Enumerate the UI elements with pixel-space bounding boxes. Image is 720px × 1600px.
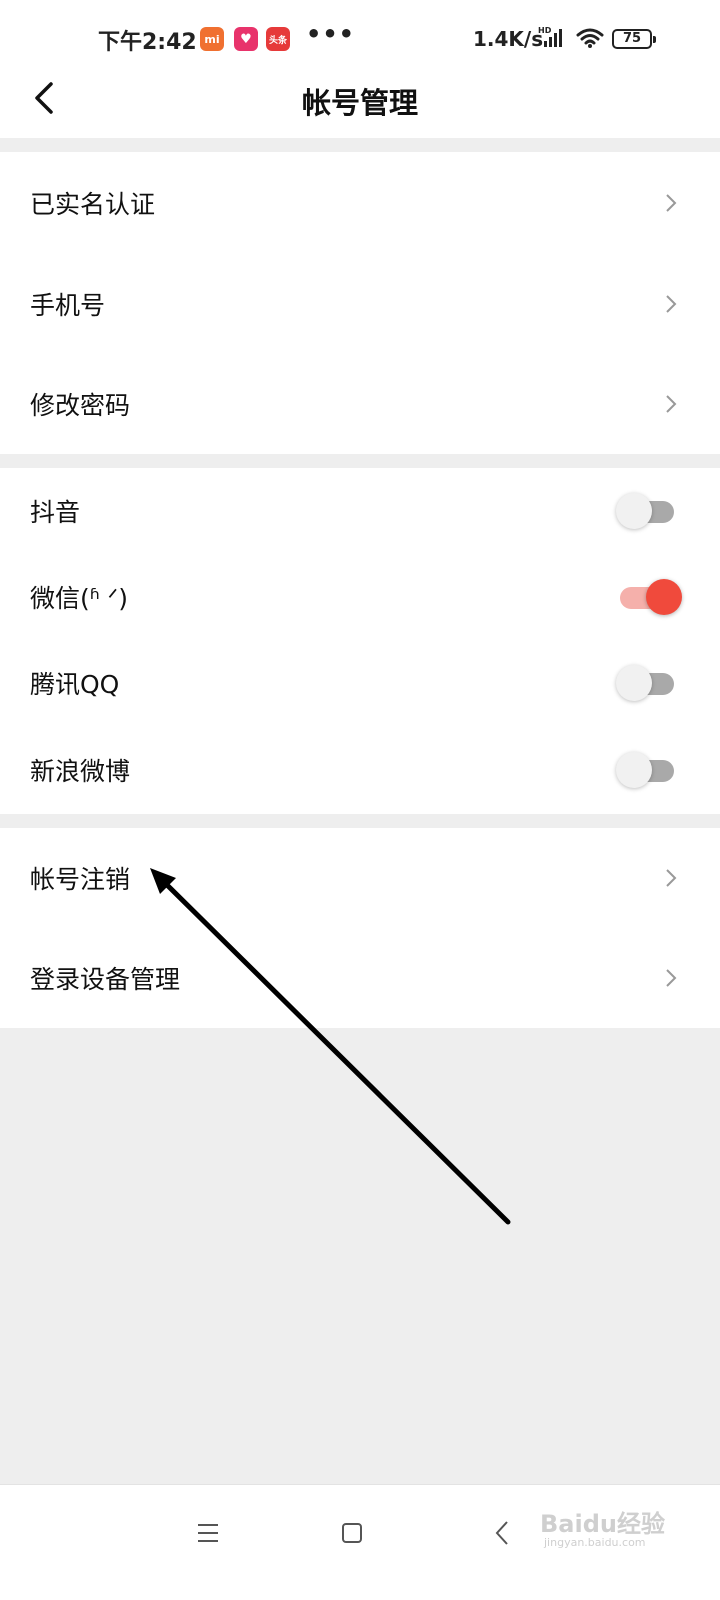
nav-back-button[interactable] — [482, 1513, 522, 1553]
list-item-qq: 腾讯QQ — [0, 640, 720, 726]
list-item-wechat: 微信(ʱ ᐟ) — [0, 554, 720, 640]
home-button[interactable] — [332, 1513, 372, 1553]
status-time: 下午2:42 — [98, 30, 197, 55]
battery-indicator: 75 — [612, 29, 656, 49]
chevron-right-icon — [666, 295, 677, 313]
toutiao-app-icon: 头条 — [266, 27, 290, 51]
network-speed: 1.4K/s — [473, 27, 544, 51]
account-security-group: 已实名认证 手机号 修改密码 — [0, 152, 720, 454]
row-label: 已实名认证 — [30, 190, 156, 219]
list-item-login-devices[interactable]: 登录设备管理 — [0, 928, 720, 1028]
row-label: 腾讯QQ — [30, 670, 120, 699]
weibo-toggle[interactable] — [616, 750, 678, 790]
wechat-toggle[interactable] — [616, 577, 682, 617]
list-item-cancel-account[interactable]: 帐号注销 — [0, 828, 720, 928]
list-item-change-password[interactable]: 修改密码 — [0, 354, 720, 454]
list-item-real-name[interactable]: 已实名认证 — [0, 152, 720, 254]
list-item-phone[interactable]: 手机号 — [0, 254, 720, 354]
heart-app-icon: ♥ — [234, 27, 258, 51]
row-label: 修改密码 — [30, 391, 131, 420]
baidu-watermark: Baidu经验 — [540, 1510, 665, 1538]
baidu-watermark-url: jingyan.baidu.com — [544, 1536, 646, 1549]
row-label: 抖音 — [30, 498, 81, 527]
more-notifications-icon: ••• — [306, 20, 356, 48]
chevron-right-icon — [666, 869, 677, 887]
account-misc-group: 帐号注销 登录设备管理 — [0, 828, 720, 1028]
wifi-icon — [576, 28, 604, 48]
qq-toggle[interactable] — [616, 663, 678, 703]
third-party-binding-group: 抖音 微信(ʱ ᐟ) 腾讯QQ 新浪微博 — [0, 468, 720, 814]
header: 帐号管理 — [0, 60, 720, 138]
list-item-weibo: 新浪微博 — [0, 726, 720, 814]
row-label: 帐号注销 — [30, 865, 131, 894]
home-icon — [342, 1523, 362, 1543]
nav-back-icon — [495, 1521, 508, 1545]
svg-text:HD: HD — [538, 26, 552, 35]
row-label: 登录设备管理 — [30, 965, 181, 994]
chevron-right-icon — [666, 969, 677, 987]
chevron-right-icon — [666, 395, 677, 413]
row-label: 新浪微博 — [30, 757, 131, 786]
chevron-right-icon — [666, 194, 677, 212]
menu-icon — [198, 1524, 218, 1542]
signal-icon: HD — [538, 26, 562, 47]
mi-app-icon: mi — [200, 27, 224, 51]
list-item-douyin: 抖音 — [0, 468, 720, 554]
row-label: 手机号 — [30, 291, 106, 320]
row-label: 微信(ʱ ᐟ) — [30, 584, 129, 613]
douyin-toggle[interactable] — [616, 491, 678, 531]
menu-button[interactable] — [188, 1513, 228, 1553]
page-title: 帐号管理 — [301, 86, 418, 120]
